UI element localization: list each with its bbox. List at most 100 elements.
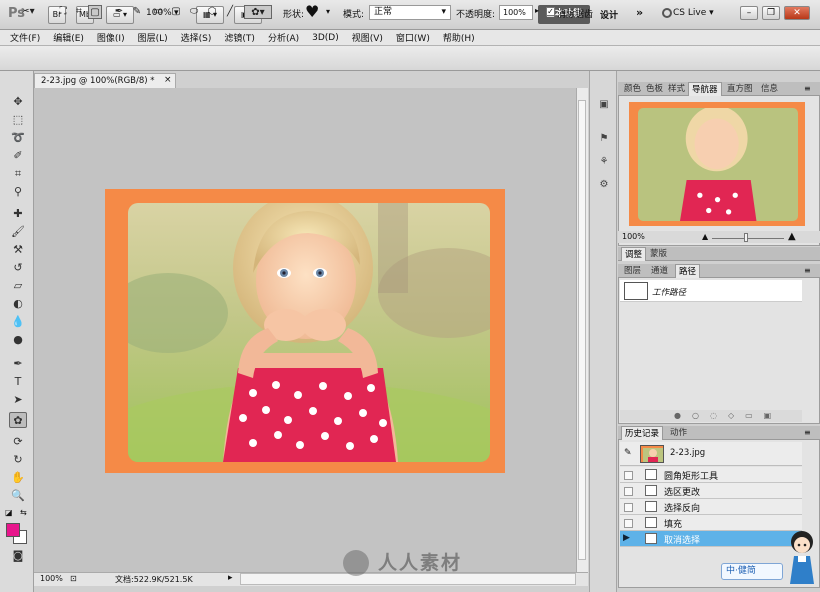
navigator-zoom-slider[interactable] <box>712 238 784 239</box>
foreground-color-swatch[interactable] <box>6 523 20 537</box>
navigator-zoom-value[interactable]: 100% <box>622 232 645 241</box>
history-brush-source-box[interactable] <box>624 471 633 480</box>
menu-edit[interactable]: 编辑(E) <box>53 31 84 44</box>
opacity-slider-icon[interactable]: ▸ <box>535 6 539 15</box>
eraser-tool-icon[interactable]: ▱ <box>9 278 27 294</box>
tab-histogram[interactable]: 直方图 <box>724 82 756 96</box>
tab-history[interactable]: 历史记录 <box>621 426 664 440</box>
tab-color[interactable]: 颜色 <box>621 82 644 96</box>
panel-menu-icon[interactable]: ≡ <box>804 84 811 93</box>
zoom-tool-icon[interactable]: 🔍 <box>9 488 27 504</box>
clone-source-dock-icon[interactable]: ⚘ <box>597 155 611 168</box>
zoom-slider-handle[interactable] <box>744 233 748 242</box>
blur-tool-icon[interactable]: 💧 <box>9 314 27 330</box>
lasso-tool-icon[interactable]: ➰ <box>9 130 27 146</box>
tab-paths[interactable]: 路径 <box>675 264 701 278</box>
document-tab[interactable]: 2-23.jpg @ 100%(RGB/8) * <box>34 73 176 88</box>
blend-mode-select[interactable]: 正常 ▾ <box>369 5 451 20</box>
tab-masks[interactable]: 蒙版 <box>647 247 670 261</box>
menu-file[interactable]: 文件(F) <box>10 31 40 44</box>
shape-dropdown-icon[interactable]: ▾ <box>326 7 330 16</box>
history-brush-tool-icon[interactable]: ↺ <box>9 260 27 276</box>
menu-bar: 文件(F) 编辑(E) 图像(I) 图层(L) 选择(S) 滤镜(T) 分析(A… <box>0 30 820 46</box>
tab-channels[interactable]: 通道 <box>648 264 671 278</box>
tab-navigator[interactable]: 导航器 <box>688 82 722 96</box>
3d-orbit-tool-icon[interactable]: ↻ <box>9 452 27 468</box>
opacity-input[interactable]: 100% <box>499 5 533 20</box>
menu-analysis[interactable]: 分析(A) <box>268 31 299 44</box>
type-tool-icon[interactable]: T <box>9 374 27 390</box>
custom-shape-tool-icon[interactable]: ✿ <box>9 412 27 428</box>
crop-tool-icon[interactable]: ⌗ <box>9 166 27 182</box>
history-brush-source-box[interactable] <box>624 503 633 512</box>
line-shape-icon[interactable]: ╱ <box>224 5 236 19</box>
menu-help[interactable]: 帮助(H) <box>443 31 475 44</box>
dodge-tool-icon[interactable]: ● <box>9 332 27 348</box>
workspace-design-button[interactable]: 设计 <box>600 8 618 21</box>
minimize-button[interactable]: – <box>740 6 758 20</box>
menu-layer[interactable]: 图层(L) <box>138 31 168 44</box>
healing-brush-tool-icon[interactable]: ✚ <box>9 206 27 222</box>
shape-layers-icon[interactable]: ⛶ <box>56 5 70 19</box>
menu-window[interactable]: 窗口(W) <box>396 31 430 44</box>
brush-tool-icon[interactable]: 🖌 <box>9 224 27 240</box>
panel-menu-icon[interactable]: ≡ <box>804 428 811 437</box>
zoom-in-icon[interactable]: ▲ <box>788 231 796 242</box>
menu-image[interactable]: 图像(I) <box>97 31 125 44</box>
rectangle-shape-icon[interactable]: ▭ <box>152 5 164 19</box>
history-brush-source-icon[interactable]: ✎ <box>624 448 632 458</box>
paths-footer-icons[interactable]: ●○◌◇▭▣ <box>674 411 782 420</box>
tab-layers[interactable]: 图层 <box>621 264 644 278</box>
tab-swatches[interactable]: 色板 <box>643 82 666 96</box>
history-brush-source-box[interactable] <box>624 487 633 496</box>
rounded-rectangle-shape-icon[interactable]: ▢ <box>170 5 182 19</box>
custom-shape-icon[interactable]: ✿▾ <box>244 5 272 19</box>
brushes-dock-icon[interactable]: ⚑ <box>597 132 611 145</box>
close-button[interactable]: ✕ <box>784 6 810 20</box>
zoom-status[interactable]: 100% <box>40 574 63 583</box>
quick-selection-tool-icon[interactable]: ✐ <box>9 148 27 164</box>
default-colors-icon[interactable]: ◪ <box>5 508 13 517</box>
menu-view[interactable]: 视图(V) <box>352 31 383 44</box>
eyedropper-tool-icon[interactable]: ⚲ <box>9 184 27 200</box>
tab-info[interactable]: 信息 <box>758 82 781 96</box>
tab-styles[interactable]: 样式 <box>665 82 688 96</box>
panel-menu-icon[interactable]: ≡ <box>804 266 811 275</box>
pen-tool-icon[interactable]: ✒ <box>9 356 27 372</box>
menu-select[interactable]: 选择(S) <box>181 31 212 44</box>
tool-preset-picker[interactable]: ✂▾ <box>14 5 42 19</box>
restore-button[interactable]: ❐ <box>762 6 780 20</box>
tab-actions[interactable]: 动作 <box>667 426 690 440</box>
gradient-tool-icon[interactable]: ◐ <box>9 296 27 312</box>
menu-filter[interactable]: 滤镜(T) <box>224 31 255 44</box>
menu-3d[interactable]: 3D(D) <box>312 33 339 43</box>
pen-tool-icon[interactable]: ✒ <box>112 5 126 19</box>
path-selection-tool-icon[interactable]: ➤ <box>9 392 27 408</box>
history-brush-source-box[interactable] <box>624 519 633 528</box>
zoom-out-icon[interactable]: ▲ <box>702 232 708 241</box>
marquee-tool-icon[interactable]: ⬚ <box>9 112 27 128</box>
ime-indicator[interactable]: 中·健简 <box>721 563 783 580</box>
fill-pixels-icon[interactable]: ▢ <box>88 5 102 19</box>
move-tool-icon[interactable]: ✥ <box>9 94 27 110</box>
3d-rotate-tool-icon[interactable]: ⟳ <box>9 434 27 450</box>
clone-stamp-tool-icon[interactable]: ⚒ <box>9 242 27 258</box>
antialias-checkbox[interactable]: ✓ <box>546 7 555 16</box>
freeform-pen-icon[interactable]: ✎ <box>130 5 144 19</box>
tab-adjustments[interactable]: 调整 <box>621 247 647 261</box>
scroll-thumb[interactable] <box>578 100 586 560</box>
more-workspaces-button[interactable]: » <box>636 6 643 19</box>
paths-icon[interactable]: ⌗ <box>72 5 86 19</box>
status-menu-arrow-icon[interactable]: ▸ <box>228 573 233 583</box>
navigator-dock-icon[interactable]: ▣ <box>597 98 611 111</box>
history-step-label: 取消选择 <box>664 536 701 546</box>
heart-shape-icon[interactable]: ♥ <box>305 2 319 21</box>
cs-live-button[interactable]: CS Live ▾ <box>673 8 714 18</box>
ellipse-shape-icon[interactable]: ⬭ <box>188 5 200 19</box>
swap-colors-icon[interactable]: ⇆ <box>20 508 27 517</box>
hand-tool-icon[interactable]: ✋ <box>9 470 27 486</box>
quick-mask-icon[interactable]: ◙ <box>9 548 27 564</box>
tool-presets-dock-icon[interactable]: ⚙ <box>597 178 611 191</box>
polygon-shape-icon[interactable]: ⬡ <box>206 5 218 19</box>
close-icon[interactable]: × <box>164 75 172 85</box>
